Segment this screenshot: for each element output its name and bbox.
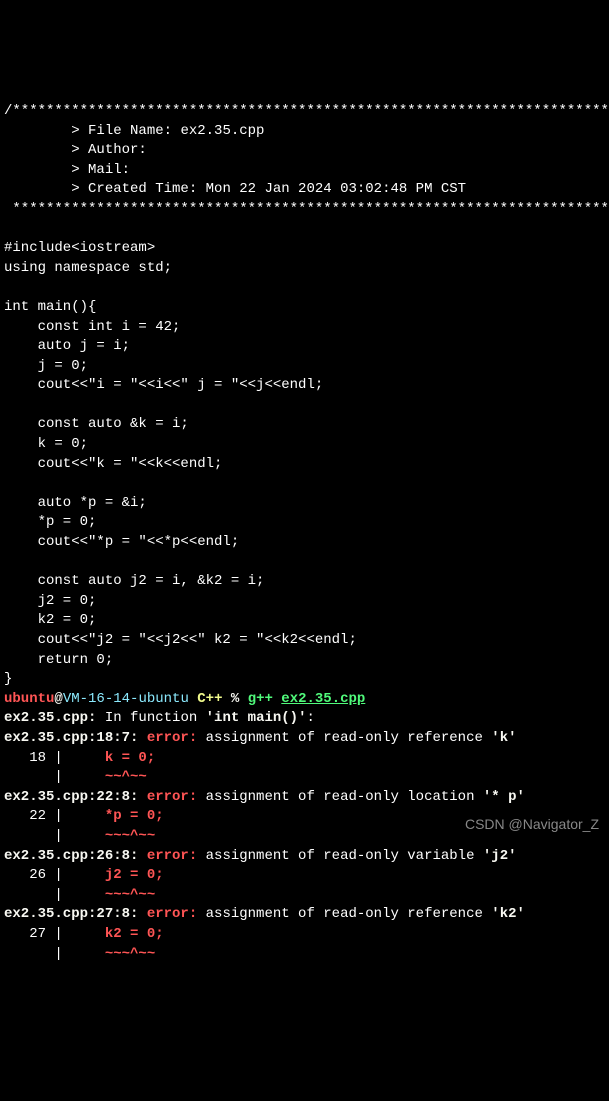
error-line-3: ex2.35.cpp:26:8: error: assignment of re… — [4, 848, 517, 864]
code-line: auto *p = &i; — [4, 495, 147, 511]
code-main: int main(){ — [4, 299, 96, 315]
prompt-host: VM-16-14-ubuntu — [63, 691, 189, 707]
code-line: j2 = 0; — [4, 593, 96, 609]
error-snippet: 26 | j2 = 0; — [4, 867, 164, 883]
prompt-file: ex2.35.cpp — [281, 691, 365, 707]
code-line: const auto j2 = i, &k2 = i; — [4, 573, 264, 589]
code-line: j = 0; — [4, 358, 88, 374]
error-caret: | ~~~^~~ — [4, 946, 155, 962]
code-line: const int i = 42; — [4, 319, 180, 335]
prompt-cmd: g++ — [248, 691, 282, 707]
watermark: CSDN @Navigator_Z — [465, 815, 599, 835]
code-line: cout<<"i = "<<i<<" j = "<<j<<endl; — [4, 377, 323, 393]
error-snippet: 18 | k = 0; — [4, 750, 155, 766]
code-line: cout<<"*p = "<<*p<<endl; — [4, 534, 239, 550]
error-caret: | ~~^~~ — [4, 769, 147, 785]
mail-line: > Mail: — [4, 162, 130, 178]
error-line-4: ex2.35.cpp:27:8: error: assignment of re… — [4, 906, 525, 922]
prompt-at: @ — [54, 691, 62, 707]
error-line-2: ex2.35.cpp:22:8: error: assignment of re… — [4, 789, 525, 805]
code-line: *p = 0; — [4, 514, 96, 530]
code-line: cout<<"j2 = "<<j2<<" k2 = "<<k2<<endl; — [4, 632, 357, 648]
error-line-1: ex2.35.cpp:18:7: error: assignment of re… — [4, 730, 517, 746]
code-close: } — [4, 671, 12, 687]
author-line: > Author: — [4, 142, 147, 158]
code-line: k = 0; — [4, 436, 88, 452]
error-context: ex2.35.cpp: In function 'int main()': — [4, 710, 315, 726]
code-line: return 0; — [4, 652, 113, 668]
code-line: cout<<"k = "<<k<<endl; — [4, 456, 222, 472]
code-include: #include<iostream> — [4, 240, 155, 256]
comment-border-top: /***************************************… — [4, 103, 609, 119]
code-line: auto j = i; — [4, 338, 130, 354]
file-name-line: > File Name: ex2.35.cpp — [4, 123, 264, 139]
error-caret: | ~~~^~~ — [4, 887, 155, 903]
shell-prompt[interactable]: ubuntu@VM-16-14-ubuntu C++ % g++ ex2.35.… — [4, 691, 365, 707]
prompt-sep: % — [231, 691, 248, 707]
code-line: const auto &k = i; — [4, 416, 189, 432]
error-snippet: 22 | *p = 0; — [4, 808, 164, 824]
error-caret: | ~~~^~~ — [4, 828, 155, 844]
prompt-dir: C++ — [189, 691, 231, 707]
code-using: using namespace std; — [4, 260, 172, 276]
prompt-user: ubuntu — [4, 691, 54, 707]
code-line: k2 = 0; — [4, 612, 96, 628]
comment-border-bottom: ****************************************… — [4, 201, 609, 217]
error-snippet: 27 | k2 = 0; — [4, 926, 164, 942]
created-time-line: > Created Time: Mon 22 Jan 2024 03:02:48… — [4, 181, 466, 197]
